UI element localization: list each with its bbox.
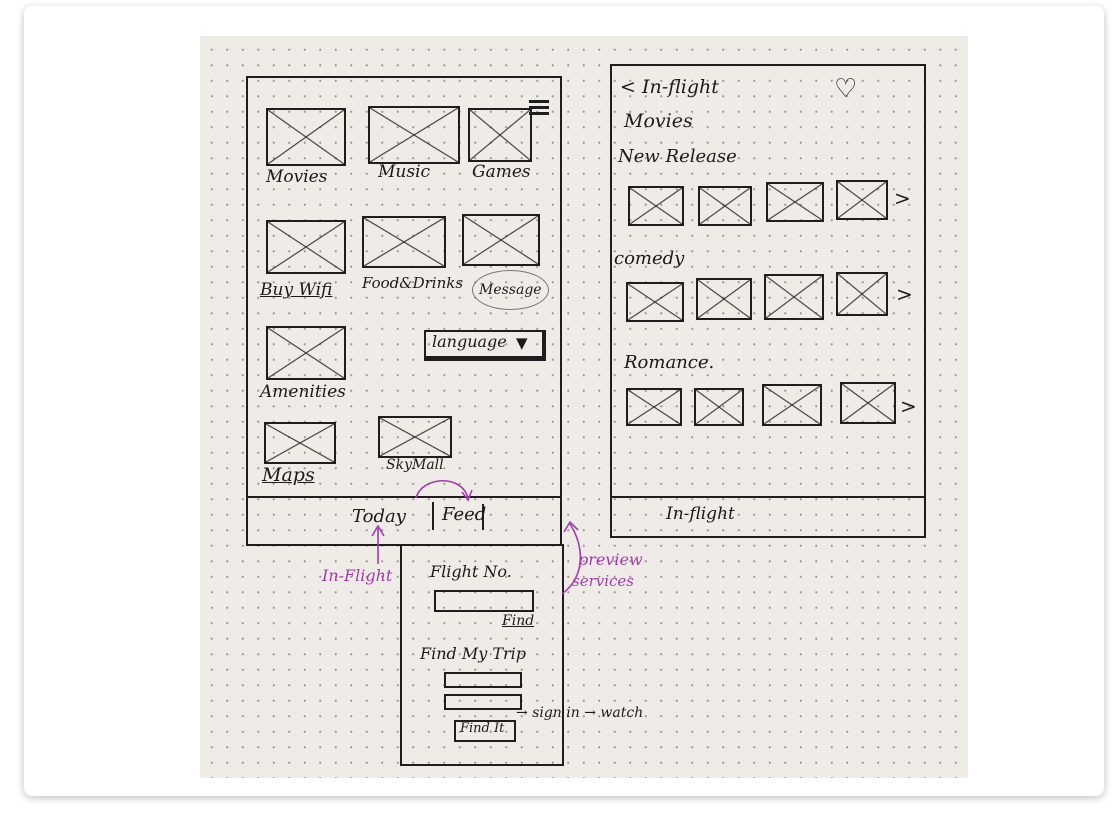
photo-card: Movies Music Games Buy Wifi Food&Drinks … bbox=[24, 6, 1104, 796]
annotation-services: services bbox=[572, 572, 634, 590]
annotation-in-flight: In-Flight bbox=[322, 566, 393, 585]
annotation-arrows bbox=[371, 479, 582, 595]
sketch-paper: Movies Music Games Buy Wifi Food&Drinks … bbox=[200, 36, 968, 778]
annotation-preview: preview bbox=[578, 550, 643, 569]
